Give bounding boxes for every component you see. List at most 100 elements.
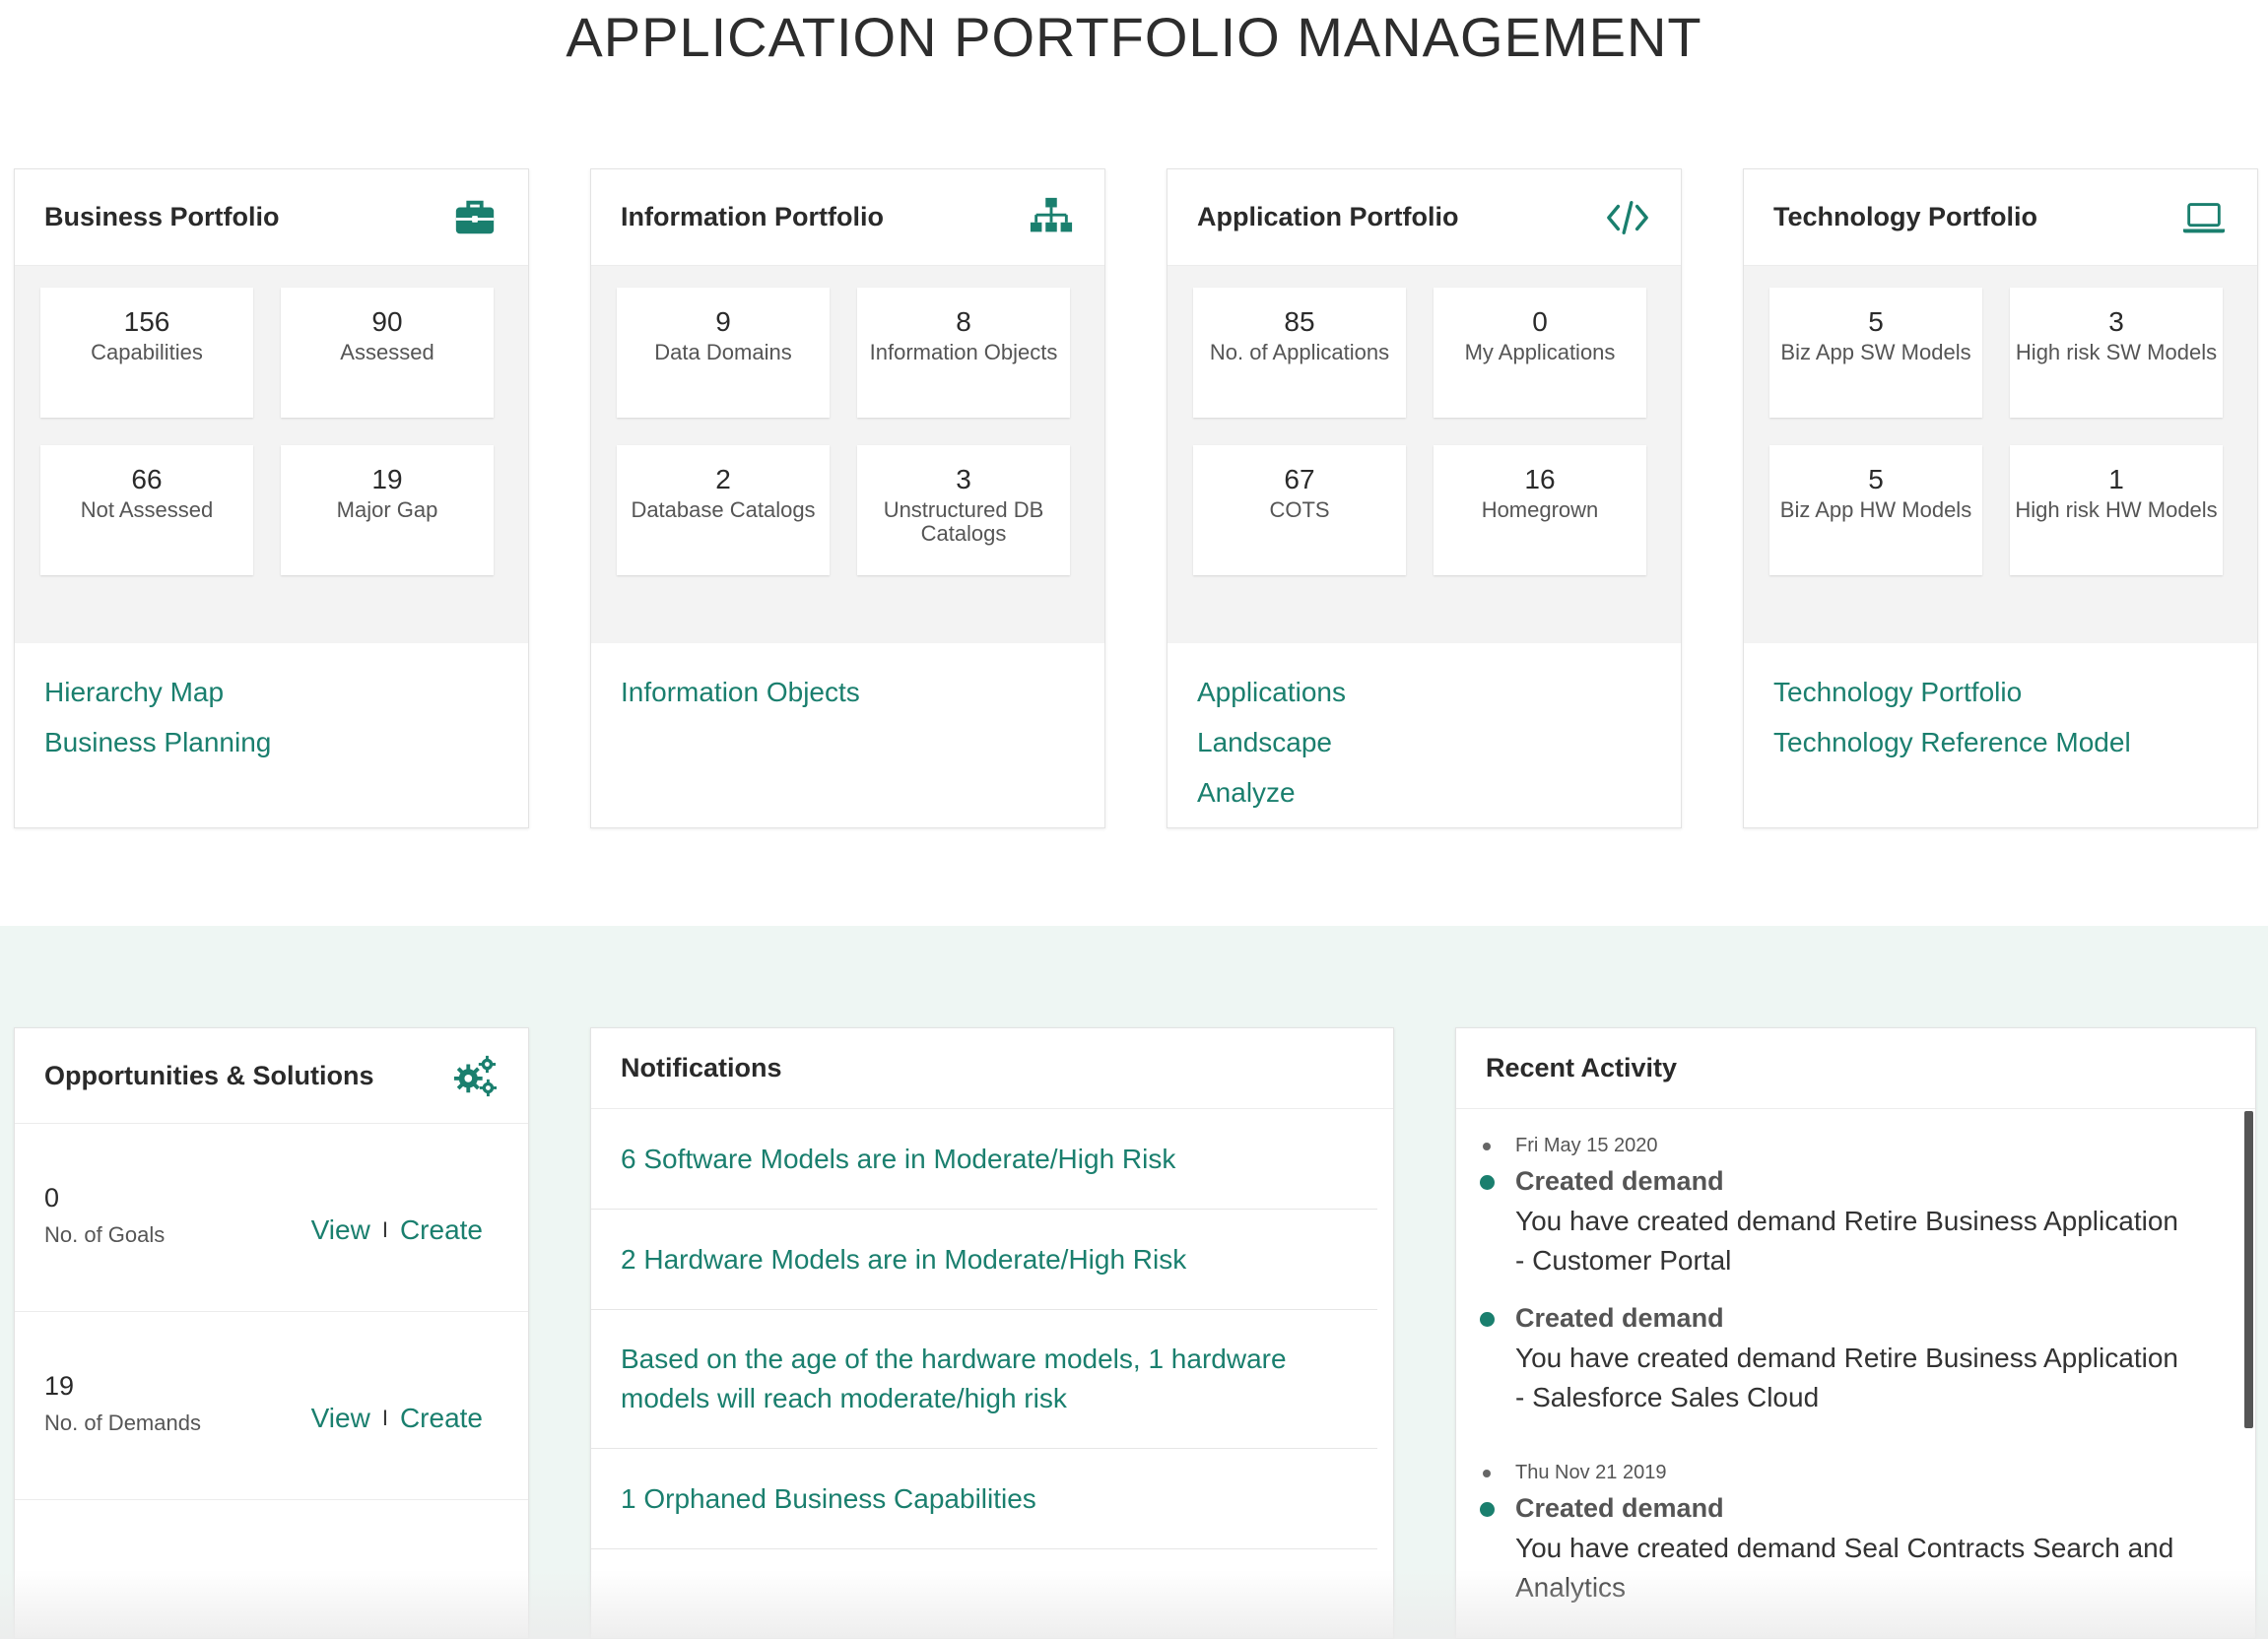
timeline-date-dot (1483, 1470, 1491, 1477)
activity-text: You have created demand Retire Business … (1515, 1206, 2178, 1276)
stat-label: Database Catalogs (631, 497, 816, 522)
activity-title: Created demand (1515, 1166, 1724, 1196)
stat-value: 1 (2108, 464, 2124, 494)
stat-label: Data Domains (654, 340, 792, 364)
stat-tile[interactable]: 90 Assessed (281, 288, 494, 418)
demands-count: 19 (44, 1371, 75, 1401)
stat-tile[interactable]: 85 No. of Applications (1193, 288, 1406, 418)
stat-tile[interactable]: 3 High risk SW Models (2010, 288, 2223, 418)
card-title: Information Portfolio (621, 202, 884, 231)
landscape-link[interactable]: Landscape (1197, 717, 1651, 767)
stat-label: Biz App HW Models (1779, 497, 1972, 522)
view-demands-link[interactable]: View (311, 1403, 370, 1434)
stat-label: Biz App SW Models (1780, 340, 1971, 364)
card-title: Technology Portfolio (1773, 202, 2037, 231)
information-objects-link[interactable]: Information Objects (621, 667, 1075, 717)
stat-value: 66 (131, 464, 163, 494)
code-icon (1604, 194, 1651, 241)
stat-tile[interactable]: 66 Not Assessed (40, 445, 253, 575)
stat-value: 85 (1284, 306, 1315, 337)
stat-tile[interactable]: 8 Information Objects (857, 288, 1070, 418)
demands-actions: View I Create (311, 1403, 483, 1434)
recent-activity-panel: Recent Activity Fri May 15 2020 Created … (1455, 1027, 2256, 1639)
stat-value: 5 (1868, 306, 1884, 337)
stat-value: 3 (2108, 306, 2124, 337)
sitemap-icon (1028, 194, 1075, 241)
stat-value: 16 (1524, 464, 1556, 494)
notification-item[interactable]: 6 Software Models are in Moderate/High R… (591, 1109, 1377, 1210)
stat-tile[interactable]: 16 Homegrown (1434, 445, 1646, 575)
stat-label: Assessed (340, 340, 434, 364)
card-header: Business Portfolio (15, 169, 528, 266)
notifications-panel: Notifications 6 Software Models are in M… (590, 1027, 1394, 1639)
activity-date: Fri May 15 2020 (1515, 1135, 1658, 1156)
stat-label: Capabilities (91, 340, 203, 364)
timeline-date-dot (1483, 1143, 1491, 1150)
panel-title: Recent Activity (1486, 1053, 1678, 1082)
page-title: APPLICATION PORTFOLIO MANAGEMENT (566, 6, 1702, 68)
card-links: Hierarchy Map Business Planning (15, 643, 528, 791)
hierarchy-map-link[interactable]: Hierarchy Map (44, 667, 499, 717)
activity-text: You have created demand Seal Contracts S… (1515, 1533, 2174, 1603)
stat-value: 9 (715, 306, 731, 337)
analyze-link[interactable]: Analyze (1197, 767, 1651, 818)
stat-tile[interactable]: 9 Data Domains (617, 288, 830, 418)
stat-tile[interactable]: 19 Major Gap (281, 445, 494, 575)
notification-item[interactable]: 2 Hardware Models are in Moderate/High R… (591, 1210, 1377, 1310)
goals-count: 0 (44, 1183, 60, 1213)
stat-tile[interactable]: 3 Unstructured DB Catalogs (857, 445, 1070, 575)
separator: I (381, 1406, 388, 1430)
scrollbar[interactable] (2244, 1111, 2253, 1428)
panel-header: Recent Activity (1456, 1028, 2255, 1109)
technology-portfolio-link[interactable]: Technology Portfolio (1773, 667, 2228, 717)
information-portfolio-card: Information Portfolio 9 Data Domains 8 Inf… (590, 168, 1105, 828)
stat-label: Information Objects (869, 340, 1058, 364)
stat-value: 3 (956, 464, 971, 494)
card-header: Application Portfolio (1167, 169, 1681, 266)
technology-portfolio-card: Technology Portfolio 5 Biz App SW Models … (1743, 168, 2258, 828)
business-planning-link[interactable]: Business Planning (44, 717, 499, 767)
stats-grid: 156 Capabilities 90 Assessed 66 Not Assesse… (15, 266, 528, 643)
gears-icon (451, 1052, 499, 1099)
stats-grid: 5 Biz App SW Models 3 High risk SW Models … (1744, 266, 2257, 643)
activity-title: Created demand (1515, 1303, 1724, 1333)
stat-tile[interactable]: 5 Biz App HW Models (1769, 445, 1982, 575)
stat-label: No. of Applications (1209, 340, 1390, 364)
stat-value: 0 (1532, 306, 1548, 337)
stat-label: High risk HW Models (2015, 497, 2218, 522)
stat-tile[interactable]: 67 COTS (1193, 445, 1406, 575)
stat-label: COTS (1269, 497, 1330, 522)
card-header: Technology Portfolio (1744, 169, 2257, 266)
stat-tile[interactable]: 0 My Applications (1434, 288, 1646, 418)
notification-item[interactable]: 1 Orphaned Business Capabilities (591, 1449, 1377, 1549)
goals-label: No. of Goals (44, 1222, 166, 1247)
create-goal-link[interactable]: Create (400, 1214, 483, 1246)
stat-tile[interactable]: 5 Biz App SW Models (1769, 288, 1982, 418)
stat-value: 67 (1284, 464, 1315, 494)
panel-title: Notifications (621, 1053, 782, 1082)
separator: I (381, 1217, 388, 1242)
panel-header: Notifications (591, 1028, 1393, 1109)
stats-grid: 9 Data Domains 8 Information Objects 2 Data… (591, 266, 1104, 643)
stat-tile[interactable]: 156 Capabilities (40, 288, 253, 418)
view-goals-link[interactable]: View (311, 1214, 370, 1246)
technology-reference-model-link[interactable]: Technology Reference Model (1773, 717, 2228, 767)
timeline-dot (1480, 1502, 1495, 1517)
applications-link[interactable]: Applications (1197, 667, 1651, 717)
demands-row: 19 No. of Demands View I Create (15, 1312, 528, 1500)
stat-value: 8 (956, 306, 971, 337)
timeline-dot (1480, 1312, 1495, 1327)
activity-feed[interactable]: Fri May 15 2020 Created demand You have … (1456, 1109, 2255, 1625)
goals-actions: View I Create (311, 1214, 483, 1246)
card-links: Technology Portfolio Technology Referenc… (1744, 643, 2257, 791)
notification-item[interactable]: Based on the age of the hardware models,… (591, 1310, 1377, 1449)
stat-label: My Applications (1464, 340, 1616, 364)
create-demand-link[interactable]: Create (400, 1403, 483, 1434)
card-links: Information Objects (591, 643, 1104, 741)
stat-value: 156 (123, 306, 170, 337)
stat-tile[interactable]: 2 Database Catalogs (617, 445, 830, 575)
stat-label: Not Assessed (80, 497, 214, 522)
stat-label: Major Gap (336, 497, 438, 522)
stat-label: Unstructured DB Catalogs (883, 497, 1044, 546)
stat-tile[interactable]: 1 High risk HW Models (2010, 445, 2223, 575)
